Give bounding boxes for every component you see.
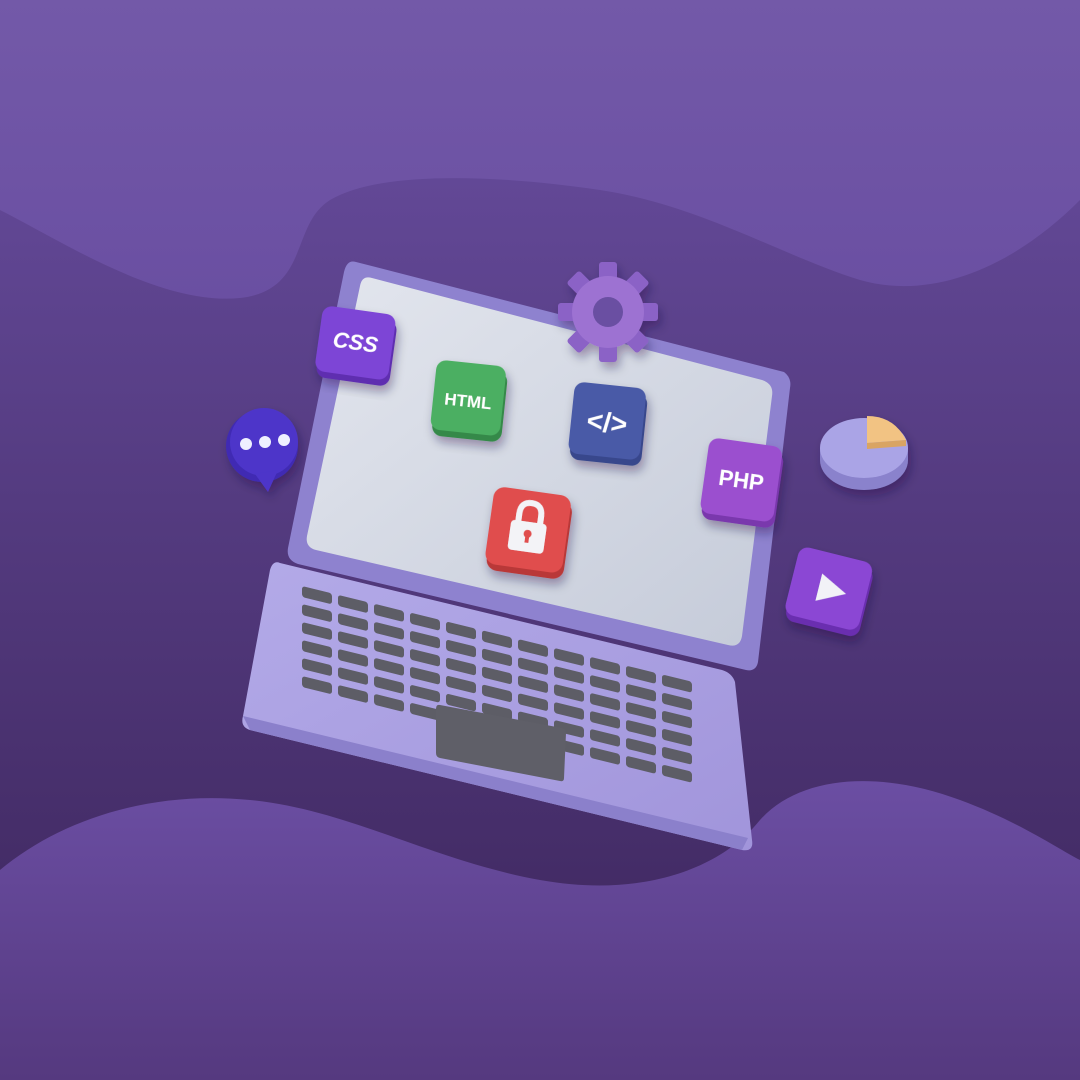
gear-icon [558,262,658,362]
html-badge: HTML [430,360,508,442]
illustration: CSS HTML </> PHP [0,0,1080,1080]
pie-chart-icon [820,416,908,490]
php-badge: PHP [700,438,784,528]
css-badge: CSS [315,306,397,386]
lock-icon [485,487,572,579]
laptop-illustration: CSS HTML </> PHP [0,0,1080,1080]
code-icon: </> [568,382,648,466]
code-label: </> [585,405,629,440]
